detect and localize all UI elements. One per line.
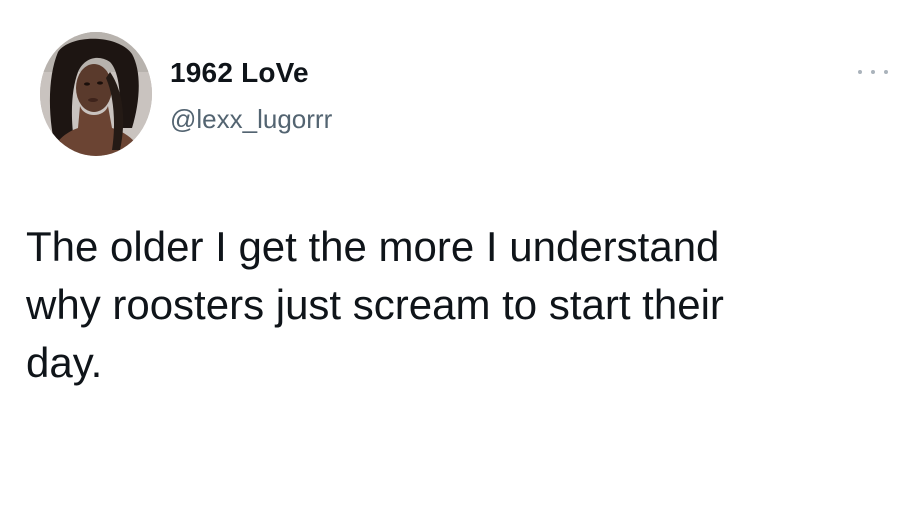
more-horizontal-icon-dot xyxy=(884,70,888,74)
profile-photo-icon xyxy=(40,32,152,156)
user-handle[interactable]: @lexx_lugorrr xyxy=(170,104,332,134)
tweet-text: The older I get the more I understand wh… xyxy=(26,223,724,386)
more-horizontal-icon xyxy=(858,70,862,74)
display-name[interactable]: 1962 LoVe xyxy=(170,57,309,89)
more-options-button[interactable] xyxy=(858,62,888,82)
more-horizontal-icon-dot xyxy=(871,70,875,74)
tweet-card: 1962 LoVe @lexx_lugorrr The older I get … xyxy=(0,0,922,514)
avatar[interactable] xyxy=(40,32,152,156)
